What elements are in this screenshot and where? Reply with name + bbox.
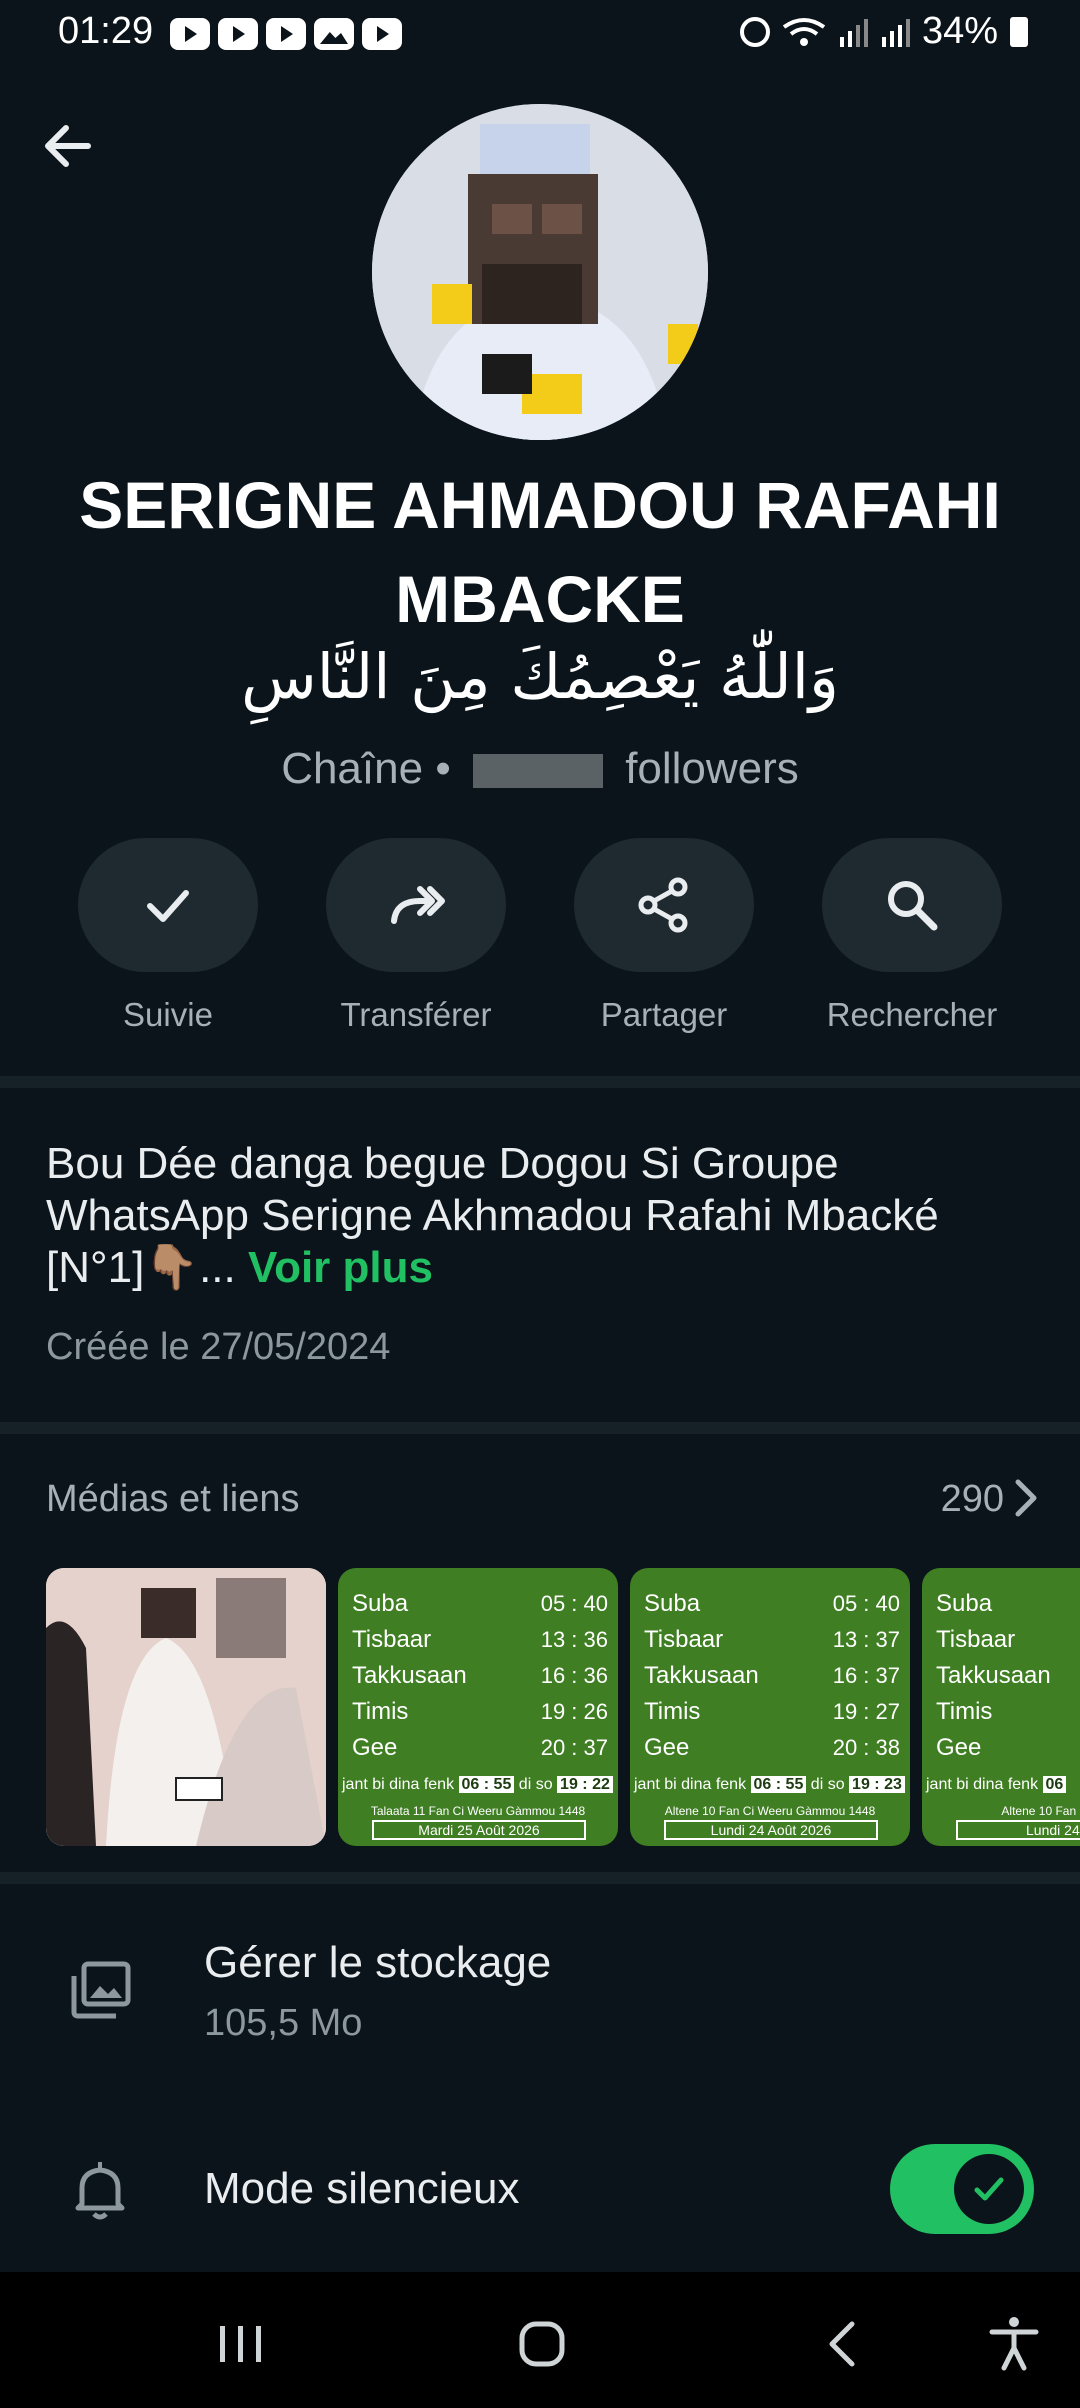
back-nav-icon[interactable] [814, 2314, 874, 2374]
prayer-times-list: Suba Tisbaar Takkusaan Timis Gee [936, 1586, 1080, 1766]
channel-tagline: وَاللّٰهُ يَعْصِمُكَ مِنَ النَّاسِ [241, 640, 839, 713]
youtube-icon [266, 18, 306, 50]
battery-percent: 34% [921, 10, 998, 52]
signal-icon [881, 18, 910, 47]
media-thumb-photo[interactable] [46, 1568, 326, 1846]
prayer-row: Gee [936, 1734, 982, 1761]
recent-apps-icon[interactable] [210, 2314, 270, 2374]
status-time: 01:29 [58, 10, 154, 52]
status-bar: 01:29 34% [0, 0, 1080, 70]
description-text: Bou Dée danga begue Dogou Si Groupe What… [46, 1139, 939, 1292]
prayer-row: Timis 19 : 27 [644, 1698, 900, 1725]
redacted-follower-count [472, 754, 603, 789]
prayer-times-list: Suba 05 : 40 Tisbaar 13 : 37 Takkusaan 16 :… [644, 1586, 900, 1766]
gregorian-date: Lundi 24 Août 2026 [664, 1820, 878, 1840]
prayer-row: Gee 20 : 37 [352, 1734, 608, 1761]
prayer-row: Takkusaan 16 : 36 [352, 1662, 608, 1689]
channel-name: SERIGNE AHMADOU RAFAHI MBACKE [79, 468, 1001, 636]
alarm-icon [739, 16, 770, 47]
sunrise-sunset-line: jant bi dina fenk 06 : 55 di so 19 : 22 [342, 1776, 618, 1794]
manage-storage-title: Gérer le stockage [204, 1938, 552, 1987]
forward-icon [391, 886, 445, 924]
youtube-icon [170, 18, 210, 50]
channel-type: Chaîne [281, 744, 424, 793]
prayer-times-list: Suba 05 : 40 Tisbaar 13 : 36 Takkusaan 16 :… [352, 1586, 608, 1766]
bell-icon [75, 2162, 125, 2220]
forward-label: Transférer [340, 996, 492, 1033]
media-count[interactable]: 290 [941, 1478, 1004, 1521]
sunrise-sunset-line: jant bi dina fenk 06 : 55 di so 19 : 23 [634, 1776, 910, 1794]
media-thumbnails: Suba 05 : 40 Tisbaar 13 : 36 Takkusaan 16 :… [46, 1568, 1080, 1848]
followers-label: followers [625, 744, 799, 793]
meta-separator: • [435, 744, 451, 793]
prayer-row: Timis 19 : 26 [352, 1698, 608, 1725]
battery-icon [1010, 16, 1028, 47]
accessibility-icon[interactable] [984, 2314, 1044, 2374]
system-nav-bar [0, 2272, 1080, 2408]
media-thumb-prayer-times[interactable]: Suba 05 : 40 Tisbaar 13 : 37 Takkusaan 16 :… [630, 1568, 910, 1846]
hijri-date: Talaata 11 Fan Ci Weeru Gàmmou 1448 [370, 1804, 586, 1818]
media-section-title[interactable]: Médias et liens [46, 1478, 299, 1521]
back-arrow-icon[interactable] [40, 118, 96, 174]
prayer-row: Timis [936, 1698, 993, 1725]
storage-icon [71, 1961, 131, 2019]
avatar-image [372, 104, 708, 440]
channel-avatar[interactable] [372, 104, 708, 440]
youtube-icon [218, 18, 258, 50]
share-icon [638, 877, 688, 933]
notification-icons [170, 18, 402, 50]
section-divider [0, 1422, 1080, 1434]
chevron-right-icon[interactable] [1012, 1478, 1040, 1518]
photo-image [46, 1568, 326, 1846]
prayer-row: Suba [936, 1590, 993, 1617]
action-bar: Suivie Transférer Partager Rechercher [0, 838, 1080, 1048]
prayer-row: Takkusaan [936, 1662, 1051, 1689]
gregorian-date: Lundi 24 Ao [956, 1820, 1080, 1840]
share-button[interactable]: Partager [574, 838, 754, 1034]
toggle-knob [954, 2154, 1024, 2224]
manage-storage-row[interactable]: Gérer le stockage 105,5 Mo [0, 1920, 1080, 2070]
youtube-icon [362, 18, 402, 50]
section-divider [0, 1872, 1080, 1884]
channel-description: Bou Dée danga begue Dogou Si Groupe What… [46, 1138, 1046, 1294]
prayer-row: Suba 05 : 40 [644, 1590, 900, 1617]
hijri-date: Altene 10 Fan Ci Weeru Gàmmou 1448 [664, 1804, 876, 1818]
share-label: Partager [600, 996, 728, 1033]
follow-label: Suivie [123, 996, 213, 1033]
prayer-row: Suba 05 : 40 [352, 1590, 608, 1617]
follow-pill[interactable] [78, 838, 258, 972]
system-indicators: 34% [739, 10, 1028, 53]
media-thumb-prayer-times[interactable]: Suba 05 : 40 Tisbaar 13 : 36 Takkusaan 16 :… [338, 1568, 618, 1846]
wifi-icon [782, 17, 826, 46]
prayer-row: Tisbaar 13 : 36 [352, 1626, 608, 1653]
channel-meta: Chaîne • followers [0, 744, 1080, 794]
forward-pill[interactable] [326, 838, 506, 972]
search-icon [888, 881, 938, 931]
gregorian-date: Mardi 25 Août 2026 [372, 1820, 586, 1840]
hijri-date: Altene 10 Fan Ci Weer [1001, 1804, 1080, 1818]
prayer-row: Tisbaar [936, 1626, 1016, 1653]
signal-icon [839, 18, 868, 47]
share-pill[interactable] [574, 838, 754, 972]
follow-button[interactable]: Suivie [78, 838, 258, 1034]
section-divider [0, 1076, 1080, 1088]
sunrise-sunset-line: jant bi dina fenk 06 [926, 1776, 1080, 1794]
search-label: Rechercher [826, 996, 998, 1033]
check-icon [147, 890, 189, 922]
see-more-link[interactable]: Voir plus [248, 1243, 433, 1292]
mute-toggle[interactable] [890, 2144, 1034, 2234]
check-icon [974, 2177, 1004, 2201]
home-icon[interactable] [512, 2314, 572, 2374]
media-thumb-prayer-times[interactable]: Suba Tisbaar Takkusaan Timis Gee jant bi… [922, 1568, 1080, 1846]
created-date: Créée le 27/05/2024 [46, 1326, 391, 1368]
storage-size: 105,5 Mo [204, 2002, 363, 2044]
image-icon [314, 18, 354, 50]
prayer-row: Tisbaar 13 : 37 [644, 1626, 900, 1653]
search-pill[interactable] [822, 838, 1002, 972]
mute-title: Mode silencieux [204, 2164, 520, 2213]
forward-button[interactable]: Transférer [326, 838, 506, 1034]
search-button[interactable]: Rechercher [822, 838, 1002, 1034]
prayer-row: Takkusaan 16 : 37 [644, 1662, 900, 1689]
prayer-row: Gee 20 : 38 [644, 1734, 900, 1761]
